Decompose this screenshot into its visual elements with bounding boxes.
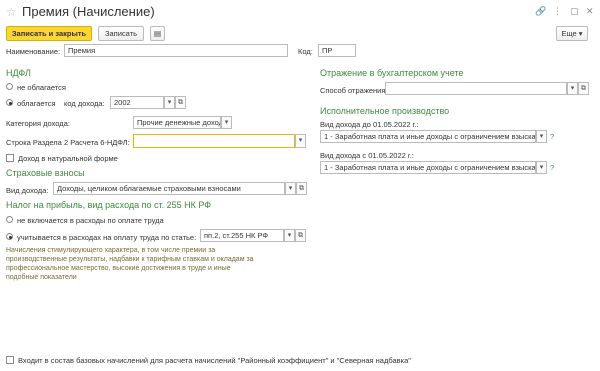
income-code-label: код дохода: [64, 99, 105, 108]
income-code-input[interactable]: 2002 [110, 96, 164, 109]
save-button[interactable]: Записать [98, 26, 144, 41]
before-date-help-icon[interactable]: ? [550, 132, 554, 141]
enforcement-section-title: Исполнительное производство [320, 106, 450, 116]
chevron-down-icon: ▾ [570, 85, 575, 92]
code-input[interactable]: ПР [318, 44, 356, 57]
article-open[interactable]: ⧉ [295, 229, 306, 242]
article-dropdown[interactable]: ▾ [284, 229, 295, 242]
line-6ndfl-dropdown[interactable]: ▾ [295, 134, 306, 148]
profit-tax-section-title: Налог на прибыль, вид расхода по ст. 255… [6, 200, 212, 210]
not-taxed-radio[interactable] [6, 83, 13, 90]
chevron-down-icon: ▾ [298, 137, 303, 144]
chevron-down-icon: ▾ [287, 232, 292, 239]
after-date-input[interactable]: 1 - Заработная плата и иные доходы с огр… [320, 161, 536, 174]
method-dropdown[interactable]: ▾ [567, 82, 578, 95]
income-type-open[interactable]: ⧉ [296, 182, 307, 195]
chevron-down-icon: ▾ [167, 99, 172, 106]
before-date-dropdown[interactable]: ▾ [536, 130, 547, 143]
base-accruals-checkbox[interactable] [6, 356, 14, 364]
before-date-label: Вид дохода до 01.05.2022 г.: [320, 120, 419, 129]
report-button[interactable]: ▤ [150, 26, 165, 41]
chevron-down-icon: ▾ [224, 119, 229, 126]
included-label: учитывается в расходах на оплату труда п… [17, 233, 197, 242]
category-dropdown[interactable]: ▾ [221, 116, 232, 129]
category-label: Категория дохода: [6, 119, 70, 128]
open-icon: ⧉ [178, 99, 183, 106]
natural-income-label: Доход в натуральной форме [18, 154, 118, 163]
taxed-radio[interactable] [6, 99, 13, 106]
income-type-input[interactable]: Доходы, целиком облагаемые страховыми вз… [53, 182, 285, 195]
maximize-icon[interactable]: ▢ [570, 6, 579, 17]
link-icon[interactable]: 🔗 [535, 6, 546, 17]
not-taxed-label: не облагается [17, 83, 66, 92]
method-label: Способ отражения: [320, 86, 388, 95]
base-accruals-label: Входит в состав базовых начислений для р… [18, 356, 411, 365]
after-date-label: Вид дохода с 01.05.2022 г.: [320, 151, 414, 160]
chevron-down-icon: ▾ [288, 185, 293, 192]
after-date-help-icon[interactable]: ? [550, 163, 554, 172]
document-icon: ▤ [153, 29, 162, 38]
name-input[interactable]: Премия [64, 44, 288, 57]
method-input[interactable] [385, 82, 567, 95]
close-icon[interactable]: ✕ [586, 6, 594, 17]
income-code-dropdown[interactable]: ▾ [164, 96, 175, 109]
name-label: Наименование: [6, 47, 61, 56]
taxed-label: облагается [17, 99, 56, 108]
more-menu-icon[interactable]: ⋮ [553, 6, 562, 17]
line-6ndfl-input[interactable] [133, 134, 295, 148]
not-included-label: не включается в расходы по оплате труда [17, 216, 164, 225]
income-type-label: Вид дохода: [6, 186, 49, 195]
more-label: Еще [561, 29, 577, 38]
included-radio[interactable] [6, 233, 13, 240]
code-label: Код: [298, 47, 313, 56]
open-icon: ⧉ [299, 185, 304, 192]
method-open[interactable]: ⧉ [578, 82, 589, 95]
after-date-dropdown[interactable]: ▾ [536, 161, 547, 174]
article-input[interactable]: пп.2, ст.255 НК РФ [200, 229, 284, 242]
chevron-down-icon: ▾ [539, 133, 544, 140]
income-code-open[interactable]: ⧉ [175, 96, 186, 109]
save-and-close-button[interactable]: Записать и закрыть [6, 26, 92, 41]
favorite-star-icon[interactable]: ☆ [6, 5, 17, 19]
natural-income-checkbox[interactable] [6, 154, 14, 162]
insurance-section-title: Страховые взносы [6, 168, 85, 178]
income-type-dropdown[interactable]: ▾ [285, 182, 296, 195]
ndfl-section-title: НДФЛ [6, 68, 31, 78]
open-icon: ⧉ [298, 232, 303, 239]
more-button[interactable]: Еще ▾ [556, 26, 588, 41]
article-description: Начисления стимулирующего характера, в т… [6, 247, 254, 281]
chevron-down-icon: ▾ [539, 164, 544, 171]
open-icon: ⧉ [581, 85, 586, 92]
before-date-input[interactable]: 1 - Заработная плата и иные доходы с огр… [320, 130, 536, 143]
line-6ndfl-label: Строка Раздела 2 Расчета 6-НДФЛ: [6, 138, 130, 147]
not-included-radio[interactable] [6, 216, 13, 223]
accounting-section-title: Отражение в бухгалтерском учете [320, 68, 464, 78]
window-title: Премия (Начисление) [22, 4, 155, 19]
category-input[interactable]: Прочие денежные доход [133, 116, 221, 129]
